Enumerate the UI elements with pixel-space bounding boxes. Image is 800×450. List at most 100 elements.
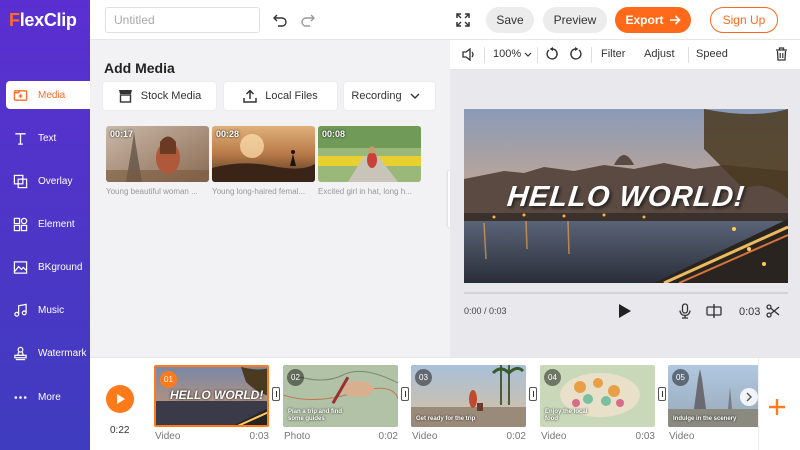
hello-world-overlay-text[interactable]: HELLO WORLD! [464,181,788,214]
music-icon [12,302,28,318]
clip-duration: 0:02 [378,431,398,442]
clip-caption: HELLO WORLD! [170,388,264,402]
clip-type: Video [541,431,567,442]
media-caption: Young beautiful woman ... [106,187,198,196]
media-thumbnail[interactable]: 00:28 [212,126,315,182]
arrow-right-icon [669,15,681,25]
rotate-left-icon[interactable] [546,47,560,61]
sidebar: FlexClip Media Text Overlay Element BKgr… [0,0,90,450]
timeline-total-time: 0:22 [110,425,130,436]
split-icon[interactable] [706,303,722,324]
speed-button[interactable]: Speed [696,48,728,60]
timeline-clip[interactable]: 04 Enjoy the local food [540,365,655,427]
media-thumbnail[interactable]: 00:17 [106,126,209,182]
sidebar-item-music[interactable]: Music [6,296,90,324]
chevron-down-icon [410,93,428,99]
timeline-scroll-right-button[interactable] [740,388,758,406]
clip-duration: 0:03 [635,431,655,442]
volume-icon[interactable] [462,48,476,61]
transition-button[interactable] [529,387,537,401]
current-time: 0:00 / 0:03 [464,306,507,316]
sidebar-item-overlay[interactable]: Overlay [6,167,90,195]
media-panel: Add Media Stock Media Local Files Record… [90,40,450,357]
chevron-down-icon [524,52,532,57]
background-icon [12,259,28,275]
trash-icon[interactable] [775,47,788,61]
clip-duration: 0:03 [249,431,269,442]
clip-caption: Get ready for the trip [416,416,476,422]
transition-button[interactable] [658,387,666,401]
clip-number: 05 [672,369,689,386]
top-toolbar: Save Preview Export Sign Up [90,0,800,40]
clip-type: Video [412,431,438,442]
play-icon [116,393,126,405]
fullscreen-icon[interactable] [453,10,473,30]
media-caption: Young long-haired femal... [212,187,306,196]
transition-button[interactable] [401,387,409,401]
timeline-clip[interactable]: 01 HELLO WORLD! [154,365,269,427]
redo-icon[interactable] [298,10,318,30]
scissors-icon[interactable] [766,303,780,324]
sidebar-item-bkground[interactable]: BKground [6,253,90,281]
flexclip-logo[interactable]: FlexClip [9,10,77,31]
sidebar-item-more[interactable]: More [6,383,90,411]
more-icon [12,389,28,405]
project-title-input[interactable] [105,7,260,33]
sidebar-item-label: More [38,391,61,403]
rotate-right-icon[interactable] [568,47,582,61]
panel-title: Add Media [104,60,175,76]
export-button[interactable]: Export [615,7,691,33]
clip-caption: Plan a trip and find some guides [288,409,343,422]
watermark-icon [12,345,28,361]
media-thumbnail[interactable]: 00:08 [318,126,421,182]
adjust-button[interactable]: Adjust [644,48,675,60]
microphone-icon[interactable] [678,303,692,324]
sidebar-item-label: Watermark [38,347,87,359]
sidebar-item-label: Media [38,89,66,101]
preview-toolbar: 100% Filter Adjust Speed [450,40,800,70]
chevron-right-icon [746,392,752,402]
sidebar-item-label: Overlay [38,175,73,187]
save-button[interactable]: Save [486,7,534,33]
clip-type: Video [155,431,181,442]
sidebar-item-element[interactable]: Element [6,210,90,238]
preview-area: 100% Filter Adjust Speed HELLO WORLD! 0:… [450,40,800,357]
clip-duration: 0:02 [506,431,526,442]
add-clip-button[interactable] [767,397,787,417]
sidebar-item-label: Element [38,218,75,230]
recording-label: Recording [351,90,402,102]
sidebar-item-text[interactable]: Text [6,124,90,152]
sidebar-item-media[interactable]: Media [6,81,90,109]
media-icon [12,87,28,103]
stock-media-button[interactable]: Stock Media [103,82,216,110]
filter-button[interactable]: Filter [601,48,625,60]
timeline-play-button[interactable] [106,385,134,413]
media-caption: Excited girl in hat, long h... [318,187,412,196]
clip-number: 04 [544,369,561,386]
undo-icon[interactable] [270,10,290,30]
play-icon[interactable] [618,303,632,324]
store-icon [118,89,141,103]
timeline-clip[interactable]: 03 Get ready for the trip [411,365,526,427]
duration-label: 00:08 [322,129,346,139]
video-preview[interactable]: HELLO WORLD! [464,109,788,283]
timeline-clip[interactable]: 02 Plan a trip and find some guides [283,365,398,427]
sidebar-item-watermark[interactable]: Watermark [6,339,90,367]
text-icon [12,130,28,146]
recording-dropdown[interactable]: Recording [344,82,435,110]
zoom-value: 100% [493,48,522,60]
local-files-button[interactable]: Local Files [224,82,337,110]
timeline-add-area [758,358,800,450]
video-progress-bar[interactable] [464,292,788,294]
sidebar-item-label: Music [38,304,65,316]
timeline: 0:22 01 HELLO WORLD! Video 0:03 02 Plan … [90,357,800,450]
sign-up-button[interactable]: Sign Up [710,7,778,33]
clip-number: 03 [415,369,432,386]
overlay-icon [12,173,28,189]
element-icon [12,216,28,232]
stock-media-label: Stock Media [140,90,202,102]
transition-button[interactable] [272,387,280,401]
preview-button[interactable]: Preview [543,7,607,33]
zoom-dropdown[interactable]: 100% [493,48,532,60]
duration-label: 00:28 [216,129,240,139]
